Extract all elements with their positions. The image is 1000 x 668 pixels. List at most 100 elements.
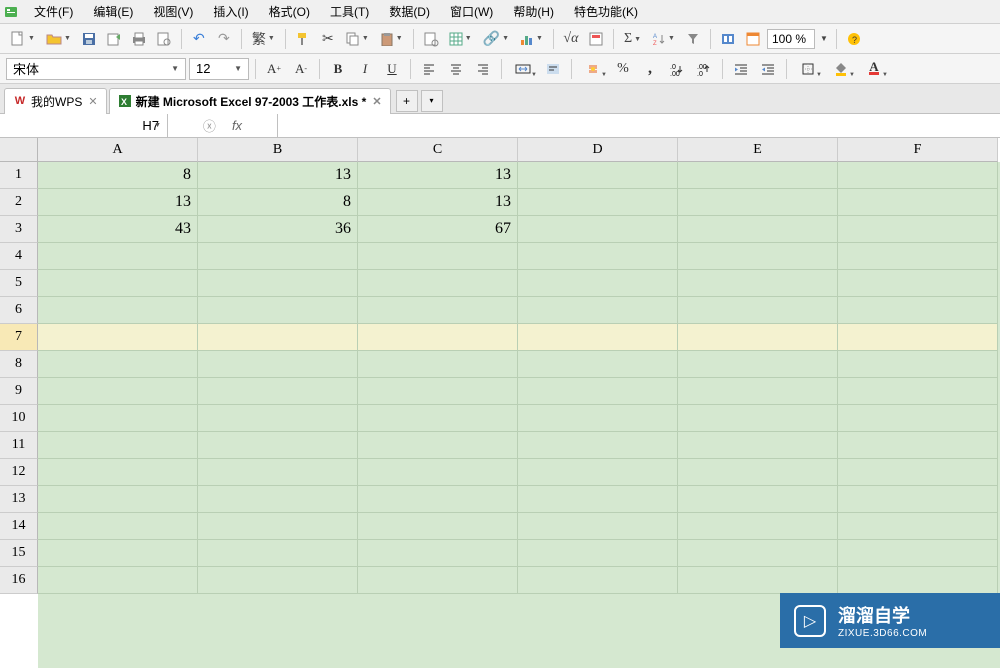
row-header-10[interactable]: 10: [0, 405, 38, 432]
sum-button[interactable]: Σ▼: [620, 28, 645, 50]
cancel-formula-icon[interactable]: ⓧ: [203, 116, 216, 135]
cell-E9[interactable]: [678, 378, 838, 405]
currency-button[interactable]: ▼: [578, 58, 608, 80]
percent-button[interactable]: %: [611, 58, 635, 80]
cell-D15[interactable]: [518, 540, 678, 567]
cell-F1[interactable]: [838, 162, 998, 189]
font-name-select[interactable]: 宋体▼: [6, 58, 186, 80]
menu-data[interactable]: 数据(D): [379, 1, 440, 22]
cell-C16[interactable]: [358, 567, 518, 594]
cell-F13[interactable]: [838, 486, 998, 513]
row-header-5[interactable]: 5: [0, 270, 38, 297]
cell-D5[interactable]: [518, 270, 678, 297]
cell-F16[interactable]: [838, 567, 998, 594]
cell-D1[interactable]: [518, 162, 678, 189]
align-right-button[interactable]: [471, 58, 495, 80]
cell-F10[interactable]: [838, 405, 998, 432]
print-button[interactable]: [128, 28, 150, 50]
cell-F12[interactable]: [838, 459, 998, 486]
increase-decimal-button[interactable]: .0.00: [665, 58, 689, 80]
cell-E8[interactable]: [678, 351, 838, 378]
find-button[interactable]: [420, 28, 442, 50]
open-button[interactable]: ▼: [42, 28, 75, 50]
window-button[interactable]: [742, 28, 764, 50]
cell-A1[interactable]: 8: [38, 162, 198, 189]
zoom-input[interactable]: 100 %: [767, 29, 815, 49]
chart-button[interactable]: ▼: [516, 28, 547, 50]
zoom-dropdown[interactable]: ▼: [818, 28, 830, 50]
italic-button[interactable]: I: [353, 58, 377, 80]
cell-E11[interactable]: [678, 432, 838, 459]
cell-B15[interactable]: [198, 540, 358, 567]
cell-E3[interactable]: [678, 216, 838, 243]
cell-F7[interactable]: [838, 324, 998, 351]
new-tab-button[interactable]: +: [396, 90, 418, 112]
table-button[interactable]: ▼: [445, 28, 476, 50]
cell-F6[interactable]: [838, 297, 998, 324]
column-header-B[interactable]: B: [198, 138, 358, 162]
cell-F11[interactable]: [838, 432, 998, 459]
cell-A16[interactable]: [38, 567, 198, 594]
cell-E7[interactable]: [678, 324, 838, 351]
bold-button[interactable]: B: [326, 58, 350, 80]
cell-A8[interactable]: [38, 351, 198, 378]
row-header-11[interactable]: 11: [0, 432, 38, 459]
menu-help[interactable]: 帮助(H): [503, 1, 564, 22]
cell-D13[interactable]: [518, 486, 678, 513]
cell-E2[interactable]: [678, 189, 838, 216]
cell-C15[interactable]: [358, 540, 518, 567]
format-painter-button[interactable]: [292, 28, 314, 50]
cell-D11[interactable]: [518, 432, 678, 459]
cell-E5[interactable]: [678, 270, 838, 297]
cell-C4[interactable]: [358, 243, 518, 270]
formula-input[interactable]: [278, 114, 1000, 137]
cell-E16[interactable]: [678, 567, 838, 594]
menu-tools[interactable]: 工具(T): [320, 1, 379, 22]
font-size-select[interactable]: 12▼: [189, 58, 249, 80]
copy-button[interactable]: ▼: [342, 28, 373, 50]
increase-font-button[interactable]: A+: [262, 58, 286, 80]
cell-A4[interactable]: [38, 243, 198, 270]
formula-button[interactable]: √α: [560, 28, 582, 50]
cell-C3[interactable]: 67: [358, 216, 518, 243]
row-header-7[interactable]: 7: [0, 324, 38, 351]
cell-D3[interactable]: [518, 216, 678, 243]
new-button[interactable]: ▼: [6, 28, 39, 50]
cell-B16[interactable]: [198, 567, 358, 594]
menu-window[interactable]: 窗口(W): [440, 1, 503, 22]
cell-F5[interactable]: [838, 270, 998, 297]
cell-A9[interactable]: [38, 378, 198, 405]
row-header-3[interactable]: 3: [0, 216, 38, 243]
cell-B6[interactable]: [198, 297, 358, 324]
cell-D14[interactable]: [518, 513, 678, 540]
row-header-9[interactable]: 9: [0, 378, 38, 405]
cell-C13[interactable]: [358, 486, 518, 513]
cell-B11[interactable]: [198, 432, 358, 459]
cell-F9[interactable]: [838, 378, 998, 405]
cell-F4[interactable]: [838, 243, 998, 270]
tab-menu-button[interactable]: ▾: [421, 90, 443, 112]
cell-B8[interactable]: [198, 351, 358, 378]
undo-button[interactable]: ↶: [188, 28, 210, 50]
menu-features[interactable]: 特色功能(K): [564, 1, 648, 22]
decrease-decimal-button[interactable]: .00.0: [692, 58, 716, 80]
cell-D12[interactable]: [518, 459, 678, 486]
cell-D6[interactable]: [518, 297, 678, 324]
cell-A7[interactable]: [38, 324, 198, 351]
underline-button[interactable]: U: [380, 58, 404, 80]
cell-A12[interactable]: [38, 459, 198, 486]
column-header-C[interactable]: C: [358, 138, 518, 162]
help-button[interactable]: ?: [843, 28, 865, 50]
cell-B7[interactable]: [198, 324, 358, 351]
name-box[interactable]: H7▼: [0, 114, 168, 137]
cell-A3[interactable]: 43: [38, 216, 198, 243]
cell-E10[interactable]: [678, 405, 838, 432]
cell-B14[interactable]: [198, 513, 358, 540]
cell-C7[interactable]: [358, 324, 518, 351]
cell-A11[interactable]: [38, 432, 198, 459]
cell-D9[interactable]: [518, 378, 678, 405]
grid[interactable]: ▷ 溜溜自学 ZIXUE.3D66.COM 8131313813433667: [38, 162, 1000, 668]
merge-button[interactable]: ▼: [508, 58, 538, 80]
row-header-4[interactable]: 4: [0, 243, 38, 270]
cell-D4[interactable]: [518, 243, 678, 270]
